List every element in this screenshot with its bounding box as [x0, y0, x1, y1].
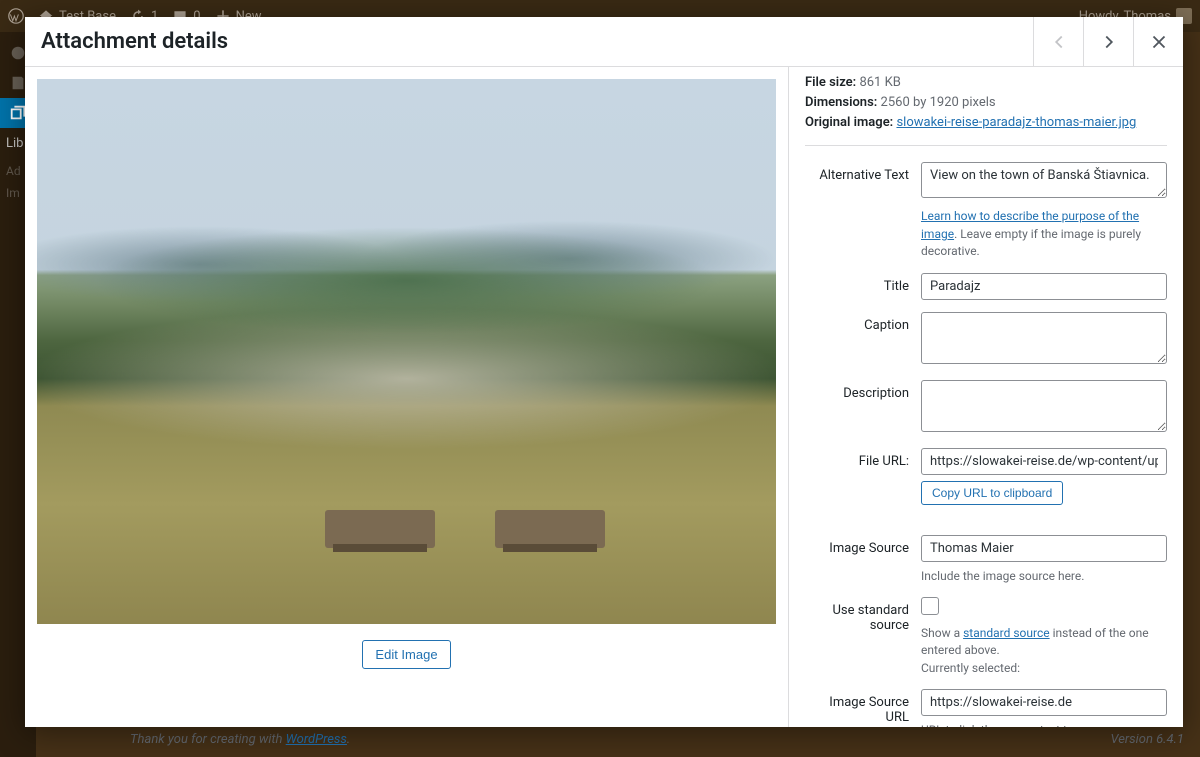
- file-url-label: File URL:: [805, 448, 921, 469]
- original-image-link[interactable]: slowakei-reise-paradajz-thomas-maier.jpg: [896, 115, 1136, 130]
- chevron-right-icon: [1098, 31, 1120, 53]
- source-url-help: URL to link the source text to.: [921, 722, 1167, 727]
- title-input[interactable]: [921, 273, 1167, 300]
- chevron-left-icon: [1048, 31, 1070, 53]
- modal-header: Attachment details: [25, 17, 1183, 67]
- description-input[interactable]: [921, 380, 1167, 432]
- dimensions: 2560 by 1920 pixels: [881, 95, 996, 110]
- divider: [805, 145, 1167, 146]
- next-button[interactable]: [1083, 17, 1133, 67]
- description-label: Description: [805, 380, 921, 401]
- std-source-link[interactable]: standard source: [963, 626, 1050, 640]
- attachment-details-panel: File size: 861 KB Dimensions: 2560 by 19…: [788, 67, 1183, 727]
- attachment-meta: File size: 861 KB Dimensions: 2560 by 19…: [805, 67, 1167, 133]
- attachment-preview: Edit Image: [25, 67, 788, 727]
- close-icon: [1148, 31, 1170, 53]
- bench-shape: [325, 510, 435, 548]
- edit-image-button[interactable]: Edit Image: [362, 640, 450, 669]
- alt-text-input[interactable]: [921, 162, 1167, 198]
- file-size: 861 KB: [859, 75, 900, 90]
- std-source-label: Use standard source: [805, 597, 921, 633]
- source-url-input[interactable]: [921, 689, 1167, 716]
- caption-input[interactable]: [921, 312, 1167, 364]
- bench-shape: [495, 510, 605, 548]
- alt-help-text: . Leave empty if the image is purely dec…: [921, 227, 1141, 258]
- attachment-details-modal: Attachment details Edit Image: [25, 17, 1183, 727]
- std-source-checkbox[interactable]: [921, 597, 939, 615]
- modal-title: Attachment details: [41, 29, 1033, 54]
- file-url-input[interactable]: [921, 448, 1167, 475]
- image-source-help: Include the image source here.: [921, 568, 1167, 585]
- copy-url-button[interactable]: Copy URL to clipboard: [921, 481, 1063, 505]
- title-label: Title: [805, 273, 921, 294]
- source-url-label: Image Source URL: [805, 689, 921, 725]
- close-button[interactable]: [1133, 17, 1183, 67]
- caption-label: Caption: [805, 312, 921, 333]
- modal-overlay: Attachment details Edit Image: [0, 0, 1200, 757]
- image-source-input[interactable]: [921, 535, 1167, 562]
- prev-button[interactable]: [1033, 17, 1083, 67]
- attachment-image: [37, 79, 776, 624]
- image-source-label: Image Source: [805, 535, 921, 556]
- std-currently-selected: Currently selected:: [921, 661, 1020, 675]
- alt-text-label: Alternative Text: [805, 162, 921, 183]
